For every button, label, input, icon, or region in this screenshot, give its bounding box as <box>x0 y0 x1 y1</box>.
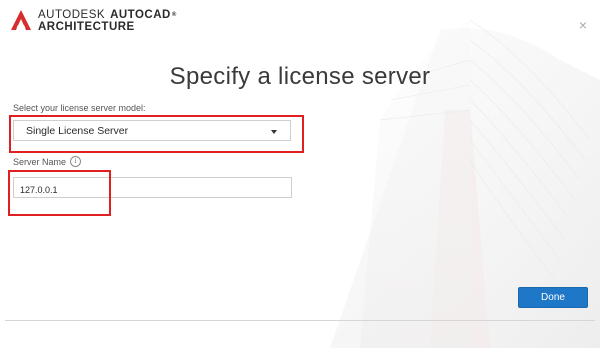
server-name-label: Server Name <box>13 156 67 167</box>
info-icon[interactable]: i <box>70 156 82 167</box>
close-icon[interactable]: × <box>579 18 587 32</box>
autocad-a-logo-icon <box>11 10 31 30</box>
license-model-label: Select your license server model: <box>13 103 146 113</box>
product-name: AUTOCAD® <box>110 9 177 21</box>
brand-name: AUTODESK <box>38 9 106 21</box>
chevron-down-icon <box>271 130 277 134</box>
trademark-symbol: ® <box>171 12 177 18</box>
server-name-label-row: Server Name i <box>13 156 82 167</box>
product-name-text: AUTOCAD <box>110 9 171 21</box>
app-logo: AUTODESK AUTOCAD® ARCHITECTURE <box>10 9 177 33</box>
footer-divider <box>5 320 595 321</box>
background-building-art <box>330 19 600 348</box>
server-name-input[interactable] <box>13 177 292 198</box>
license-server-dialog: AUTODESK AUTOCAD® ARCHITECTURE × Specify… <box>0 0 600 348</box>
page-title: Specify a license server <box>169 63 431 90</box>
license-model-select[interactable]: Single License Server <box>13 120 291 141</box>
logo-wordmark: AUTODESK AUTOCAD® ARCHITECTURE <box>38 9 177 33</box>
product-edition: ARCHITECTURE <box>38 21 135 33</box>
license-model-selected-value: Single License Server <box>26 125 129 137</box>
done-button[interactable]: Done <box>518 287 588 308</box>
